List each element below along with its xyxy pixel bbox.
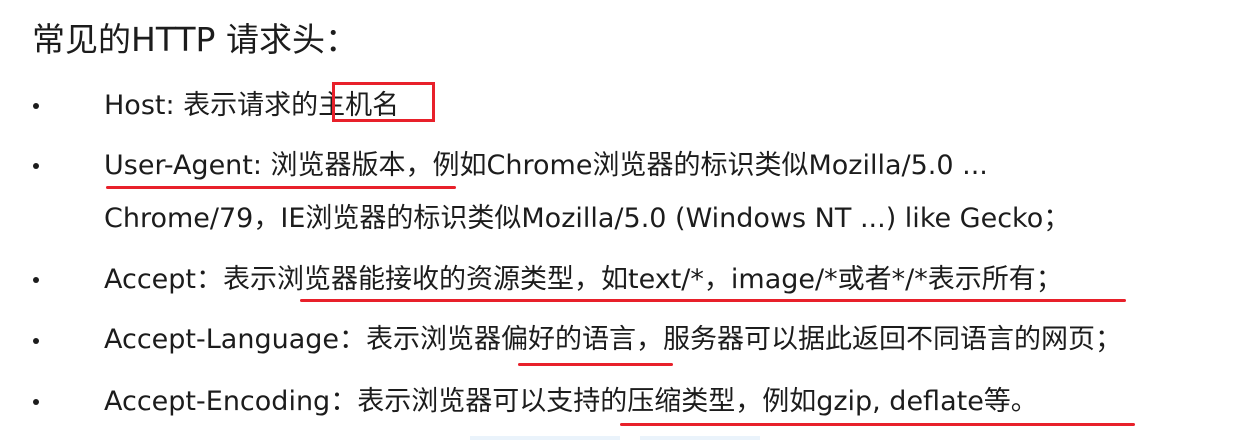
bullet-dot — [33, 103, 39, 109]
underline-resource-types — [300, 299, 1126, 302]
list-item-accept: Accept：表示浏览器能接收的资源类型，如text/*，image/*或者*/… — [104, 264, 1063, 295]
page-title: 常见的HTTP 请求头： — [32, 20, 358, 59]
list-item-user-agent: User-Agent: 浏览器版本，例如Chrome浏览器的标识类似Mozill… — [104, 150, 988, 181]
bullet-dot — [33, 338, 39, 344]
underline-preferred-language — [518, 363, 673, 366]
bullet-dot — [33, 277, 39, 283]
underline-user-agent — [106, 186, 456, 189]
faint-mark — [470, 436, 620, 440]
list-item-accept-language: Accept-Language：表示浏览器偏好的语言，服务器可以据此返回不同语言… — [104, 324, 1123, 355]
bullet-dot — [33, 399, 39, 405]
bullet-dot — [33, 163, 39, 169]
list-item-user-agent-continued: Chrome/79，IE浏览器的标识类似Mozilla/5.0 (Windows… — [104, 203, 1071, 234]
highlight-box-hostname — [332, 82, 435, 122]
faint-mark — [640, 436, 760, 440]
list-item-accept-encoding: Accept-Encoding：表示浏览器可以支持的压缩类型，例如gzip, d… — [104, 386, 1038, 417]
underline-compression-types — [620, 423, 1135, 426]
